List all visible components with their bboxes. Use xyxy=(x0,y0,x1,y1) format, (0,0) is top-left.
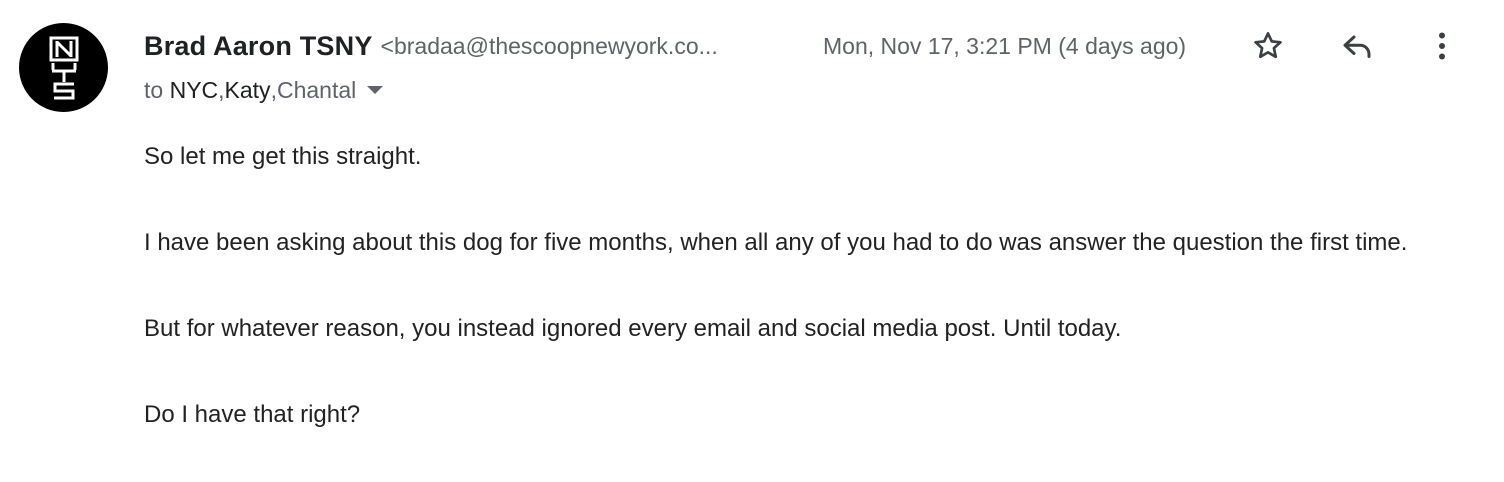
more-options-button[interactable] xyxy=(1422,26,1462,66)
reply-button[interactable] xyxy=(1337,26,1377,66)
recipients-prefix: to xyxy=(144,76,164,103)
message-header: Brad Aaron TSNY <bradaa@thescoopnewyork.… xyxy=(144,26,1484,66)
show-details-button[interactable] xyxy=(366,85,384,95)
body-paragraph-1: So let me get this straight. xyxy=(144,143,422,170)
sender-line: Brad Aaron TSNY <bradaa@thescoopnewyork.… xyxy=(144,26,718,66)
reply-icon xyxy=(1343,35,1371,58)
avatar[interactable] xyxy=(19,23,108,112)
message-body: So let me get this straight. I have been… xyxy=(144,136,1489,480)
recipient-chantal[interactable]: Chantal xyxy=(277,77,356,104)
body-paragraph-2: I have been asking about this dog for fi… xyxy=(144,229,1408,256)
body-paragraph-4: Do I have that right? xyxy=(144,401,361,428)
recipients-line: to NYC, Katy, Chantal xyxy=(144,73,384,107)
recipient-katy[interactable]: Katy xyxy=(225,77,271,104)
tsny-logo-icon xyxy=(49,36,78,99)
star-button[interactable] xyxy=(1248,26,1288,66)
sender-name[interactable]: Brad Aaron TSNY xyxy=(144,31,373,62)
sender-email[interactable]: <bradaa@thescoopnewyork.co... xyxy=(381,33,718,60)
more-vert-icon xyxy=(1439,32,1445,60)
body-paragraph-3: But for whatever reason, you instead ign… xyxy=(144,315,1122,342)
caret-down-icon xyxy=(367,86,384,94)
star-icon xyxy=(1254,32,1282,59)
message-date[interactable]: Mon, Nov 17, 3:21 PM (4 days ago) xyxy=(823,26,1186,66)
recipient-nyc[interactable]: NYC xyxy=(170,77,219,104)
